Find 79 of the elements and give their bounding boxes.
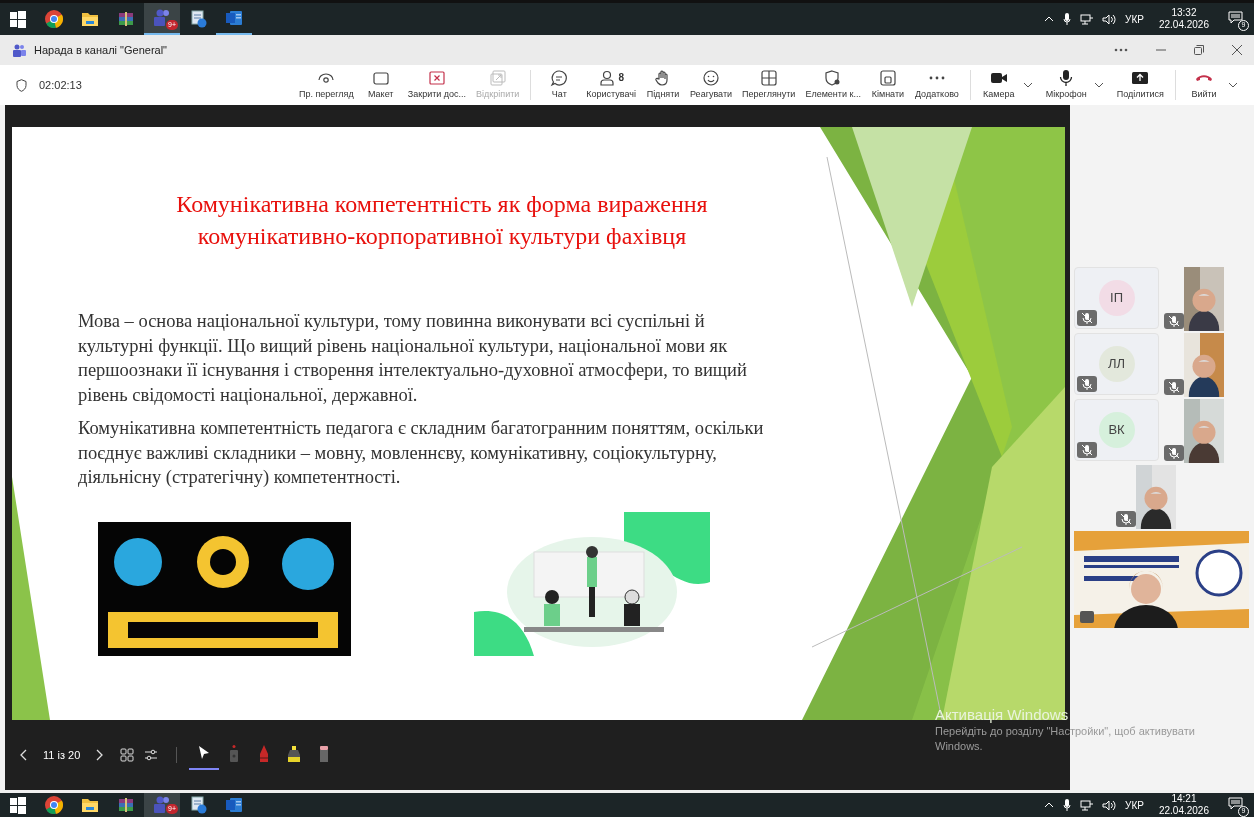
grid-icon[interactable]: [120, 748, 135, 762]
toolbar-button[interactable]: Кімнати: [865, 66, 910, 104]
message-icon: [1228, 11, 1243, 24]
message-icon: [1228, 797, 1243, 810]
microphone-off-icon[interactable]: [1077, 442, 1097, 458]
microphone-off-icon[interactable]: [1164, 313, 1184, 329]
smiley-icon: [702, 69, 721, 87]
toolbar-button[interactable]: Підняти: [641, 66, 685, 104]
microphone-off-icon[interactable]: [1077, 310, 1097, 326]
participant-count: 8: [618, 71, 624, 85]
network-icon[interactable]: [1080, 799, 1094, 811]
toolbar-button[interactable]: Макет: [358, 66, 403, 104]
toolbar-button[interactable]: Закрити дос...: [402, 66, 472, 104]
avatar-initials: ІП: [1110, 289, 1123, 308]
avatar-initials: ВК: [1108, 421, 1125, 440]
slide-title: комунікативно-корпоративної культури фахівця: [197, 222, 687, 251]
toolbar-button[interactable]: Переглянути: [737, 66, 801, 104]
toolbar-button[interactable]: Камера: [976, 66, 1021, 104]
page-counter: 11 із 20: [43, 747, 81, 763]
language-indicator[interactable]: УКР: [1125, 11, 1144, 27]
language-indicator[interactable]: УКР: [1125, 797, 1144, 813]
word-icon: [224, 8, 244, 28]
teams-icon: [12, 43, 26, 57]
slide-title: Комунікативна компетентність як форма вираження: [176, 190, 708, 219]
settings-sliders-icon[interactable]: [144, 749, 159, 761]
toolbar-button[interactable]: Поділитися: [1111, 66, 1169, 104]
toolbar-button[interactable]: Реагувати: [685, 66, 738, 104]
document-icon: [188, 9, 208, 29]
chevron-up-icon[interactable]: [1044, 802, 1055, 808]
clock-date[interactable]: 22.04.2026: [1158, 805, 1209, 817]
microphone-icon[interactable]: [1063, 799, 1072, 811]
meeting-timer: 02:02:13: [39, 77, 82, 93]
document-icon: [188, 795, 208, 815]
avatar-initials: ЛЛ: [1107, 355, 1126, 374]
speaker-icon[interactable]: [1102, 799, 1117, 811]
rooms-icon: [878, 69, 897, 87]
window-title: Нарада в каналі "General": [34, 42, 167, 58]
slide-paragraph: Мова – основа національної культури, тому повинна виконувати всі суспільні й культурні функції. Що вищий рівень національної культури, національної мови як першоознаки її існування і створення інтелектуально-духовної атмосфери, то вищий рівень свідомості національної, державної.: [78, 310, 748, 407]
toolbar-button[interactable]: Додатково: [909, 66, 964, 104]
toolbar-button[interactable]: Мікрофон: [1040, 66, 1092, 104]
caret-icon[interactable]: [1226, 81, 1240, 89]
books-icon: [116, 9, 136, 29]
clock-time[interactable]: 14:21: [1171, 793, 1197, 805]
more-icon: [928, 76, 945, 80]
chevron-up-icon[interactable]: [1044, 16, 1055, 22]
chat-icon: [550, 69, 569, 87]
toolbar-button[interactable]: Вийти: [1182, 66, 1226, 104]
popout-icon: [488, 69, 507, 87]
network-icon[interactable]: [1080, 13, 1094, 25]
clock-time[interactable]: 13:32: [1171, 7, 1197, 19]
microphone-off-icon[interactable]: [1077, 376, 1097, 392]
toolbar-button[interactable]: Пр. перегляд: [293, 66, 359, 104]
close-icon[interactable]: [1232, 45, 1242, 55]
grid-icon: [759, 69, 778, 87]
chrome-icon: [44, 9, 64, 29]
chrome-icon: [44, 795, 64, 815]
microphone-off-icon[interactable]: [1164, 445, 1184, 461]
shield-icon: [16, 78, 27, 92]
slide-paragraph: Комунікативна компетентність педагога є складним багатогранним поняттям, оскільки поєднує важливі складники – мовну, мовленнєву, комунікативну, соціокультурну, діяльнісну (стратегічну) компетентності.: [78, 417, 765, 489]
person-icon: [598, 69, 617, 87]
more-icon[interactable]: [1114, 48, 1128, 52]
restore-icon[interactable]: [1194, 45, 1204, 55]
previous-icon[interactable]: [19, 748, 29, 762]
microphone-off-icon[interactable]: [1116, 511, 1136, 527]
next-icon[interactable]: [94, 748, 105, 762]
windows-icon: [8, 795, 28, 815]
toolbar-button[interactable]: Чат: [537, 66, 582, 104]
stop-sharing-icon: [427, 69, 446, 87]
square-icon: [371, 69, 390, 87]
word-icon: [224, 795, 244, 815]
speaker-icon[interactable]: [1102, 13, 1117, 25]
books-icon: [116, 795, 136, 815]
toolbar-button[interactable]: 8 Користувачі: [581, 66, 641, 104]
microphone-off-icon[interactable]: [1164, 379, 1184, 395]
clock-date[interactable]: 22.04.2026: [1158, 19, 1209, 31]
toolbar-button[interactable]: Елементи к...: [800, 66, 866, 104]
share-screen-icon: [1131, 69, 1150, 87]
microphone-icon[interactable]: [1063, 13, 1072, 25]
windows-icon: [8, 9, 28, 29]
